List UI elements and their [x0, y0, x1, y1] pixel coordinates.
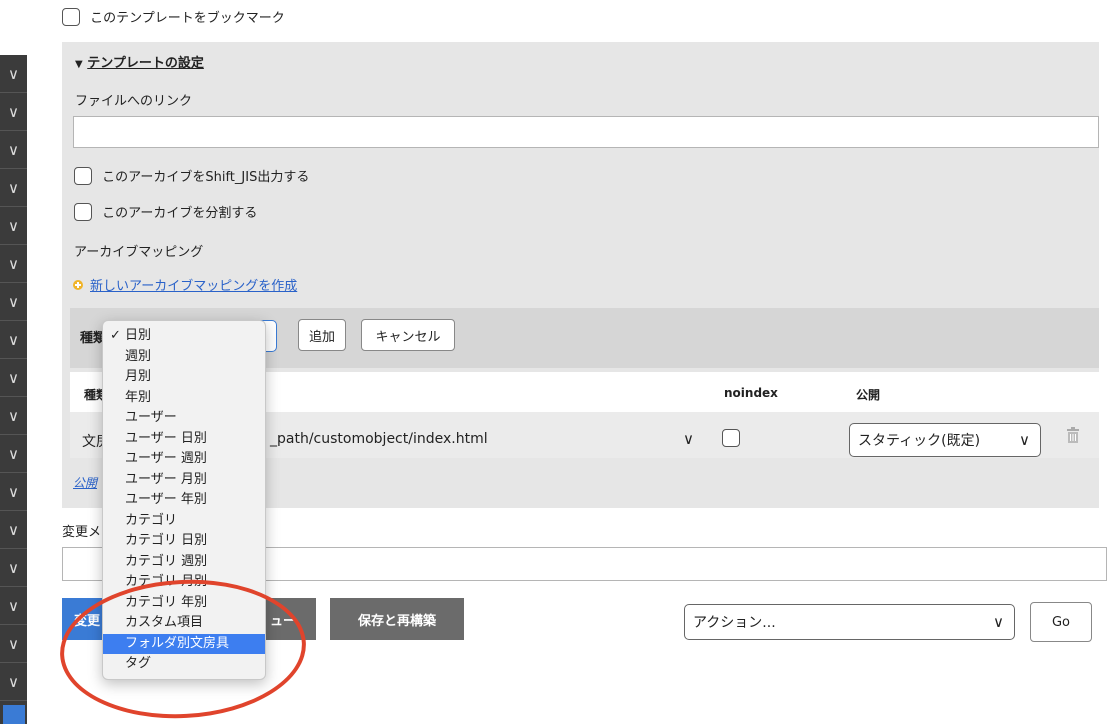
dropdown-option[interactable]: カテゴリ 日別 — [103, 531, 265, 552]
dropdown-option[interactable]: カテゴリ — [103, 511, 265, 532]
dropdown-option[interactable]: ✓ 日別 — [103, 326, 265, 347]
publish-select[interactable]: スタティック(既定) ∨ — [849, 423, 1041, 457]
action-select[interactable]: アクション... ∨ — [684, 604, 1015, 640]
dropdown-option[interactable]: ユーザー 週別 — [103, 449, 265, 470]
dropdown-option-label: 日別 — [125, 328, 152, 343]
chevron-down-icon: ∨ — [993, 613, 1004, 631]
bookmark-row: このテンプレートをブックマーク — [62, 7, 285, 26]
annotation-circle — [56, 573, 310, 724]
path-select[interactable]: _path/customobject/index.html ∨ — [262, 422, 704, 456]
header-publish: 公開 — [856, 388, 881, 402]
publish-link[interactable]: 公開 — [73, 474, 97, 491]
chevron-down-icon[interactable]: ∨ — [0, 511, 27, 549]
new-mapping-row: 新しいアーカイブマッピングを作成 — [73, 275, 297, 294]
shift-jis-row: このアーカイブをShift_JIS出力する — [74, 166, 309, 185]
chevron-down-icon: ∨ — [683, 430, 694, 448]
template-settings-toggle[interactable]: ▼ テンプレートの設定 — [75, 52, 204, 71]
publish-value: スタティック(既定) — [858, 433, 981, 449]
chevron-down-icon[interactable]: ∨ — [0, 435, 27, 473]
collapse-arrow-icon: ▼ — [75, 59, 83, 70]
dropdown-option[interactable]: 週別 — [103, 347, 265, 368]
dropdown-option-label: ユーザー 年別 — [125, 492, 207, 507]
noindex-checkbox[interactable] — [722, 429, 740, 447]
dropdown-option[interactable]: ユーザー 日別 — [103, 429, 265, 450]
dropdown-option-label: カテゴリ 日別 — [125, 533, 208, 548]
chevron-down-icon[interactable]: ∨ — [0, 549, 27, 587]
chevron-down-icon[interactable]: ∨ — [0, 587, 27, 625]
save-rebuild-button[interactable]: 保存と再構築 — [330, 598, 464, 640]
new-mapping-link[interactable]: 新しいアーカイブマッピングを作成 — [90, 275, 297, 294]
chevron-down-icon[interactable]: ∨ — [0, 93, 27, 131]
shift-jis-checkbox[interactable] — [74, 166, 92, 185]
dropdown-option[interactable]: ユーザー — [103, 408, 265, 429]
template-settings-title: テンプレートの設定 — [87, 56, 204, 71]
chevron-down-icon[interactable]: ∨ — [0, 207, 27, 245]
change-memo-label: 変更メ — [62, 525, 102, 540]
bookmark-checkbox[interactable] — [62, 7, 80, 26]
split-archive-checkbox[interactable] — [74, 202, 92, 221]
dropdown-option-label: ユーザー 日別 — [125, 430, 207, 446]
dropdown-option-label: ユーザー — [125, 410, 177, 425]
dropdown-option-label: カテゴリ — [125, 512, 178, 528]
chevron-down-icon[interactable]: ∨ — [0, 131, 27, 169]
chevron-down-icon[interactable]: ∨ — [0, 359, 27, 397]
plus-circle-icon — [73, 279, 83, 290]
header-noindex: noindex — [724, 386, 778, 400]
dropdown-option-label: ユーザー 月別 — [125, 471, 207, 487]
chevron-down-icon[interactable]: ∨ — [0, 473, 27, 511]
archive-mapping-label: アーカイブマッピング — [74, 245, 204, 260]
cancel-button[interactable]: キャンセル — [361, 319, 455, 351]
chevron-down-icon[interactable]: ∨ — [0, 663, 27, 701]
left-navigation-strip: ∨ ∨ ∨ ∨ ∨ ∨ ∨ ∨ ∨ ∨ ∨ ∨ ∨ ∨ ∨ ∨ ∨ — [0, 55, 27, 724]
dropdown-option[interactable]: 月別 — [103, 367, 265, 388]
dropdown-option[interactable]: 年別 — [103, 388, 265, 409]
dropdown-option-label: ユーザー 週別 — [125, 451, 207, 466]
add-button[interactable]: 追加 — [298, 319, 346, 351]
noindex-checkbox-wrap — [722, 429, 740, 447]
chevron-down-icon[interactable]: ∨ — [0, 321, 27, 359]
shift-jis-label: このアーカイブをShift_JIS出力する — [102, 170, 310, 185]
dropdown-option[interactable]: ユーザー 年別 — [103, 490, 265, 511]
chevron-down-icon[interactable]: ∨ — [0, 283, 27, 321]
chevron-down-icon[interactable]: ∨ — [0, 625, 27, 663]
dropdown-option[interactable]: ユーザー 月別 — [103, 470, 265, 491]
check-icon: ✓ — [110, 328, 121, 343]
chevron-down-icon[interactable]: ∨ — [0, 245, 27, 283]
chevron-down-icon[interactable]: ∨ — [0, 55, 27, 93]
dropdown-option[interactable]: カテゴリ 週別 — [103, 552, 265, 573]
trash-icon[interactable] — [1066, 427, 1080, 447]
dropdown-option-label: 月別 — [125, 369, 152, 384]
split-archive-label: このアーカイブを分割する — [102, 206, 258, 221]
dropdown-option-label: 年別 — [125, 389, 152, 405]
file-link-label: ファイルへのリンク — [75, 94, 193, 109]
dropdown-option-label: 週別 — [125, 348, 152, 364]
action-select-value: アクション... — [693, 615, 776, 631]
dropdown-option-label: カテゴリ 週別 — [125, 553, 208, 569]
split-archive-row: このアーカイブを分割する — [74, 202, 257, 221]
go-button[interactable]: Go — [1030, 602, 1092, 642]
save-rebuild-label: 保存と再構築 — [357, 613, 436, 629]
strip-accent — [3, 705, 25, 724]
chevron-down-icon[interactable]: ∨ — [0, 169, 27, 207]
bookmark-label: このテンプレートをブックマーク — [90, 11, 285, 26]
path-value: _path/customobject/index.html — [270, 431, 488, 447]
chevron-down-icon[interactable]: ∨ — [0, 397, 27, 435]
chevron-down-icon: ∨ — [1019, 431, 1030, 449]
file-link-input[interactable] — [73, 116, 1099, 148]
